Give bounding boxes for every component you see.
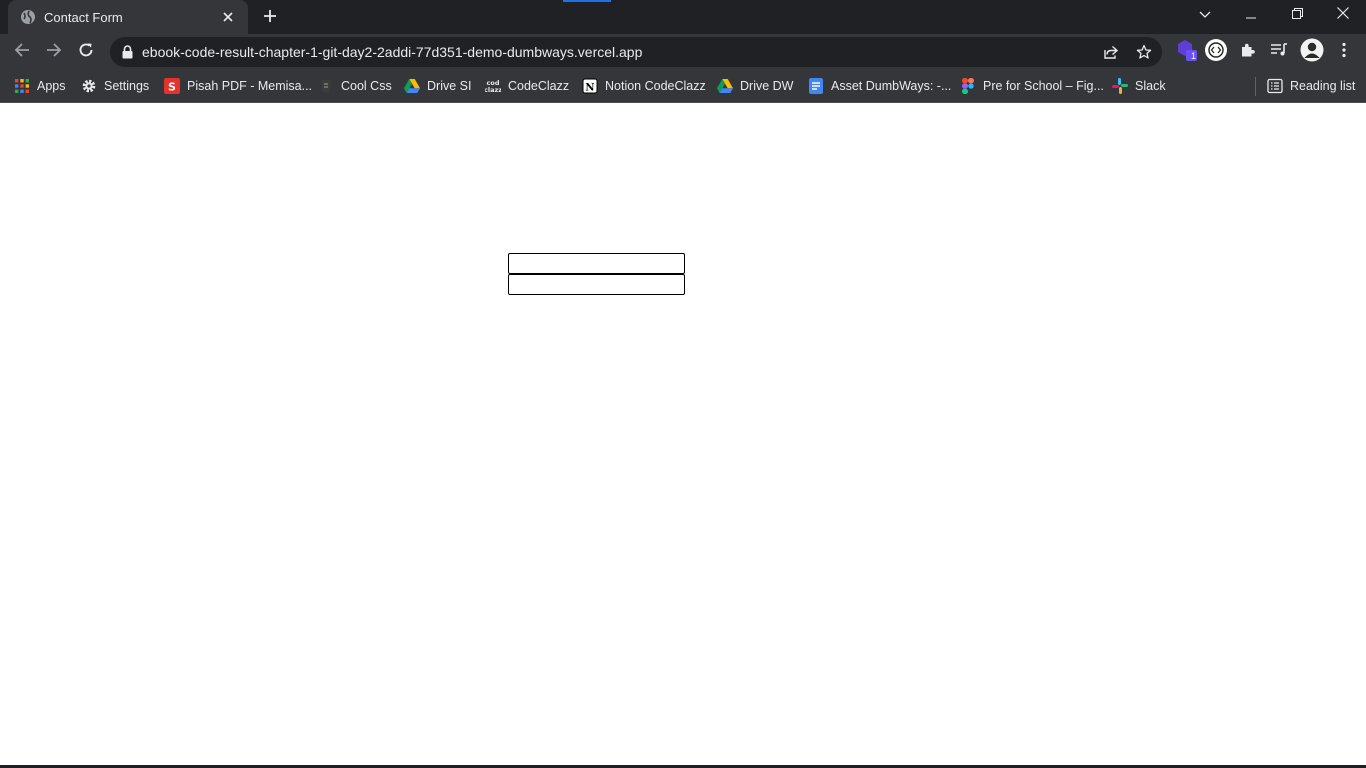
extensions-menu-button[interactable]: [1235, 39, 1261, 65]
browser-titlebar: Contact Form: [0, 0, 1366, 34]
tab-contact-form[interactable]: Contact Form: [8, 0, 248, 34]
bookmark-apps[interactable]: Apps: [14, 75, 66, 97]
share-icon[interactable]: [1101, 42, 1121, 62]
star-icon[interactable]: [1134, 42, 1154, 62]
text-input-1[interactable]: [508, 253, 685, 274]
extension-button[interactable]: 1: [1174, 39, 1200, 65]
bookmark-label: Asset DumbWays: -...: [831, 79, 952, 93]
tab-search-button[interactable]: [1182, 0, 1228, 30]
minimize-button[interactable]: [1228, 0, 1274, 30]
reading-list-icon: [1267, 78, 1283, 94]
restore-button[interactable]: [1274, 0, 1320, 30]
address-bar[interactable]: ebook-code-result-chapter-1-git-day2-2ad…: [110, 37, 1162, 67]
arrow-right-icon: [46, 42, 62, 63]
css-logo-icon: [318, 78, 334, 94]
reading-list-label: Reading list: [1290, 79, 1356, 93]
bookmark-asset-dumbways[interactable]: Asset DumbWays: -...: [808, 75, 951, 97]
slack-icon: [1112, 78, 1128, 94]
text-input-2[interactable]: [508, 274, 685, 295]
bookmark-label: Notion CodeClazz: [605, 79, 706, 93]
minimize-icon: [1246, 6, 1256, 24]
bookmark-label: Apps: [37, 79, 66, 93]
browser-toolbar: ebook-code-result-chapter-1-git-day2-2ad…: [0, 34, 1366, 70]
close-icon: [1337, 6, 1349, 24]
svg-text:S: S: [168, 81, 176, 94]
bookmark-slack[interactable]: Slack: [1112, 75, 1166, 97]
bookmark-cool-css[interactable]: Cool Css: [318, 75, 392, 97]
globe-icon: [20, 9, 36, 25]
bookmark-drive-dw[interactable]: Drive DW: [717, 75, 793, 97]
apps-grid-icon: [14, 78, 30, 94]
bookmarks-bar: Apps Settings S Pisah PDF - Memisa... Co…: [0, 70, 1366, 103]
bookmark-label: CodeClazz: [508, 79, 570, 93]
queue-music-icon: [1270, 42, 1288, 63]
codeclazz-logo-icon: cod clazz: [485, 78, 501, 94]
close-icon[interactable]: [218, 7, 238, 27]
bookmark-pisah-pdf[interactable]: S Pisah PDF - Memisa...: [164, 75, 312, 97]
url-text: ebook-code-result-chapter-1-git-day2-2ad…: [142, 44, 643, 60]
bookmarks-separator: [1255, 77, 1256, 96]
arrow-left-icon: [14, 42, 30, 63]
reload-button[interactable]: [72, 38, 100, 66]
media-control-button[interactable]: [1266, 39, 1292, 65]
titlebar-accent: [563, 0, 611, 2]
reload-icon: [78, 42, 94, 63]
google-docs-icon: [808, 78, 824, 94]
restore-icon: [1291, 6, 1303, 24]
avatar-icon: [1300, 38, 1324, 67]
notion-icon: N: [582, 78, 598, 94]
bookmark-label: Settings: [104, 79, 150, 93]
bookmark-label: Slack: [1135, 79, 1166, 93]
extension-code-button[interactable]: [1203, 38, 1229, 67]
google-drive-icon: [404, 78, 420, 94]
page-content: [0, 103, 1366, 765]
bookmark-label: Pisah PDF - Memisa...: [187, 79, 313, 93]
code-circle-icon: [1204, 38, 1228, 67]
bookmark-label: Drive SI: [427, 79, 472, 93]
new-tab-button[interactable]: [258, 6, 282, 30]
reading-list-button[interactable]: Reading list: [1267, 75, 1355, 97]
figma-icon: [960, 78, 976, 94]
s-logo-icon: S: [164, 78, 180, 94]
svg-text:N: N: [585, 83, 594, 94]
profile-avatar[interactable]: [1299, 38, 1325, 67]
bookmark-label: Drive DW: [740, 79, 794, 93]
bookmark-pre-for-school[interactable]: Pre for School – Fig...: [960, 75, 1104, 97]
window-close-button[interactable]: [1320, 0, 1366, 30]
bookmark-label: Pre for School – Fig...: [983, 79, 1104, 93]
bookmark-settings[interactable]: Settings: [81, 75, 149, 97]
lock-icon: [120, 44, 134, 60]
forward-button[interactable]: [40, 38, 68, 66]
bookmark-notion-codeclazz[interactable]: N Notion CodeClazz: [582, 75, 706, 97]
extension-badge: 1: [1190, 51, 1196, 61]
gear-icon: [81, 78, 97, 94]
bookmark-label: Cool Css: [341, 79, 392, 93]
google-drive-icon: [717, 78, 733, 94]
puzzle-icon: [1240, 42, 1256, 63]
plus-icon: [263, 9, 277, 28]
chevron-down-icon: [1199, 6, 1211, 24]
back-button[interactable]: [8, 38, 36, 66]
bookmark-codeclazz[interactable]: cod clazz CodeClazz: [485, 75, 569, 97]
svg-text:clazz: clazz: [485, 86, 501, 94]
tab-title: Contact Form: [44, 9, 123, 25]
kebab-menu-icon: [1342, 42, 1346, 63]
bookmark-drive-si[interactable]: Drive SI: [404, 75, 471, 97]
browser-menu-button[interactable]: [1331, 39, 1357, 65]
